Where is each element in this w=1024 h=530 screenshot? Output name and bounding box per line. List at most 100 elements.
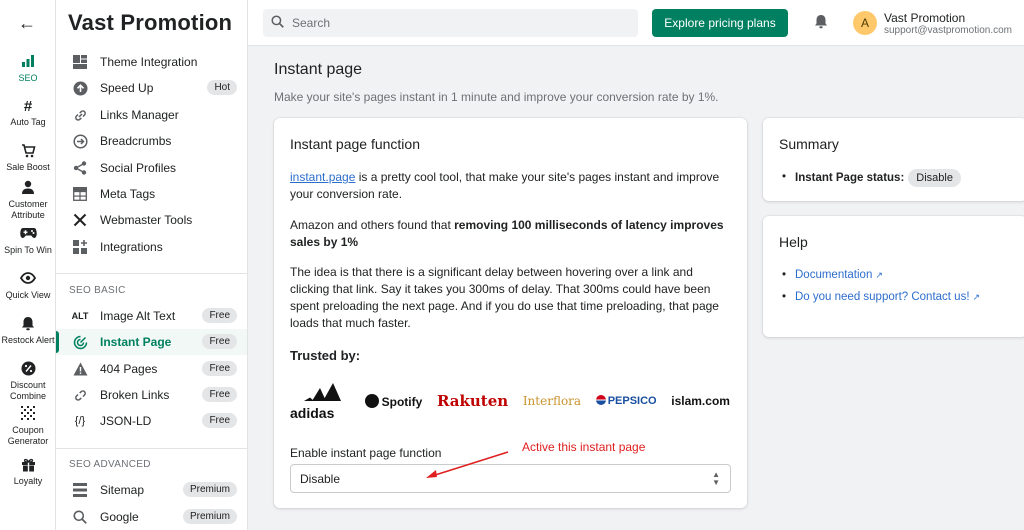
rail-item-label: Quick View	[5, 290, 51, 300]
rail-item-sale-boost[interactable]: Sale Boost	[0, 143, 56, 173]
premium-badge: Premium	[182, 482, 237, 497]
rail-item-coupon-generator[interactable]: Coupon Generator	[0, 406, 56, 447]
sidebar-item-label: Google	[100, 510, 139, 524]
code-icon: {/}	[74, 415, 86, 427]
sidebar-item-instant-page[interactable]: Instant Page Free	[56, 329, 247, 355]
share-icon	[72, 160, 88, 176]
enable-instant-page-select[interactable]: Disable ▲ ▼	[290, 464, 731, 493]
sidebar-item-links-manager[interactable]: Links Manager	[56, 102, 247, 128]
arrow-up-circle-icon	[72, 80, 88, 96]
islam-com-logo: islam.com	[671, 394, 730, 408]
sidebar-item-google[interactable]: Google Premium	[56, 504, 247, 530]
search-input[interactable]	[292, 16, 622, 30]
help-link-item: Documentation↗	[779, 267, 1009, 283]
rail-item-seo[interactable]: SEO	[0, 54, 56, 84]
trusted-by-heading: Trusted by:	[290, 348, 361, 363]
help-title: Help	[779, 234, 808, 250]
sidebar-item-404-pages[interactable]: 404 Pages Free	[56, 356, 247, 382]
rail-item-label: SEO	[18, 73, 38, 83]
rail-item-label: Customer Attribute	[8, 199, 48, 220]
divider	[56, 448, 247, 449]
app-rail: ← SEO # Auto Tag Sale Boost Customer Att…	[0, 0, 56, 530]
rail-item-label: Restock Alert	[1, 335, 55, 345]
sidebar-item-breadcrumbs[interactable]: Breadcrumbs	[56, 128, 247, 154]
sidebar-item-json-ld[interactable]: {/} JSON-LD Free	[56, 408, 247, 434]
sidebar-item-meta-tags[interactable]: Meta Tags	[56, 181, 247, 207]
sidebar-item-image-alt-text[interactable]: ALT Image Alt Text Free	[56, 303, 247, 329]
help-links: Documentation↗ Do you need support? Cont…	[779, 267, 1009, 305]
sidebar-item-label: Webmaster Tools	[100, 213, 193, 227]
divider	[56, 273, 247, 274]
rail-item-label: Auto Tag	[10, 117, 46, 127]
gift-icon	[0, 457, 56, 475]
eye-icon	[0, 271, 56, 289]
documentation-link[interactable]: Documentation	[795, 269, 872, 281]
top-bar: Explore pricing plans A Vast Promotion s…	[248, 0, 1024, 46]
sidebar-item-label: Breadcrumbs	[100, 134, 172, 148]
spotify-icon	[364, 393, 379, 408]
sidebar-item-label: Speed Up	[100, 81, 154, 95]
user-email: support@vastpromotion.com	[884, 25, 1012, 36]
summary-status-item: Instant Page status:Disable	[779, 169, 961, 187]
free-badge: Free	[202, 334, 237, 349]
rail-item-restock-alert[interactable]: Restock Alert	[0, 316, 56, 346]
search-icon	[72, 509, 88, 525]
user-name[interactable]: Vast Promotion	[884, 11, 965, 25]
qr-code-icon	[0, 406, 56, 424]
summary-card: Summary Instant Page status:Disable	[763, 118, 1024, 201]
avatar[interactable]: A	[853, 11, 877, 35]
layout-icon	[72, 54, 88, 70]
external-link-icon: ↗	[875, 270, 883, 280]
sidebar-item-social-profiles[interactable]: Social Profiles	[56, 155, 247, 181]
enable-field-label: Enable instant page function	[290, 446, 442, 460]
adidas-stripes-icon	[304, 383, 341, 401]
rail-item-discount-combine[interactable]: Discount Combine	[0, 361, 56, 402]
external-link-icon: ↗	[972, 292, 981, 302]
arrow-left-icon[interactable]: ←	[18, 13, 36, 34]
rail-item-auto-tag[interactable]: # Auto Tag	[0, 98, 56, 128]
sidebar-item-integrations[interactable]: Integrations	[56, 234, 247, 260]
trusted-logos: adidas Spotify Rakuten Interflora PEPSIC…	[290, 380, 730, 422]
spotify-logo: Spotify	[364, 393, 422, 409]
page-title: Instant page	[274, 61, 363, 78]
explore-pricing-button[interactable]: Explore pricing plans	[652, 9, 788, 37]
contact-support-link[interactable]: Do you need support? Contact us!	[795, 291, 970, 303]
radar-icon	[72, 334, 88, 350]
sidebar-item-theme-integration[interactable]: Theme Integration	[56, 49, 247, 75]
interflora-logo: Interflora	[522, 394, 582, 408]
sidebar-item-broken-links[interactable]: Broken Links Free	[56, 382, 247, 408]
list-icon	[72, 482, 88, 498]
rail-item-spin-to-win[interactable]: Spin To Win	[0, 226, 56, 256]
summary-title: Summary	[779, 136, 839, 152]
status-label: Instant Page status:	[795, 172, 905, 184]
rail-item-customer-attribute[interactable]: Customer Attribute	[0, 180, 56, 221]
intro-text: is a pretty cool tool, that make your si…	[290, 170, 720, 201]
section-title-seo-advanced: SEO ADVANCED	[69, 459, 151, 470]
rail-item-loyalty[interactable]: Loyalty	[0, 457, 56, 487]
sidebar-item-speed-up[interactable]: Speed Up Hot	[56, 75, 247, 101]
sidebar-item-label: 404 Pages	[100, 362, 158, 376]
hashtag-icon: #	[23, 98, 33, 115]
sidebar-item-webmaster-tools[interactable]: Webmaster Tools	[56, 207, 247, 233]
brand-title: Vast Promotion	[68, 10, 233, 35]
select-value: Disable	[300, 471, 341, 486]
instant-page-link[interactable]: instant.page	[290, 170, 355, 184]
arrow-right-circle-icon	[72, 133, 88, 149]
sidebar-item-sitemap[interactable]: Sitemap Premium	[56, 477, 247, 503]
rail-item-quick-view[interactable]: Quick View	[0, 271, 56, 301]
sidebar-item-label: Links Manager	[100, 108, 179, 122]
pepsi-globe-icon	[595, 395, 606, 405]
search-box[interactable]	[263, 9, 638, 37]
hot-badge: Hot	[207, 80, 237, 95]
table-icon	[72, 186, 88, 202]
premium-badge: Premium	[182, 509, 237, 524]
link-icon	[72, 107, 88, 123]
card-title: Instant page function	[290, 136, 420, 152]
person-icon	[0, 180, 56, 198]
apps-icon	[72, 239, 88, 255]
help-card: Help Documentation↗ Do you need support?…	[763, 216, 1024, 337]
help-link-item: Do you need support? Contact us!↗	[779, 289, 1009, 305]
notification-bell-icon[interactable]	[814, 14, 828, 33]
select-caret-icon: ▲ ▼	[712, 470, 720, 487]
rail-item-label: Loyalty	[13, 476, 43, 486]
